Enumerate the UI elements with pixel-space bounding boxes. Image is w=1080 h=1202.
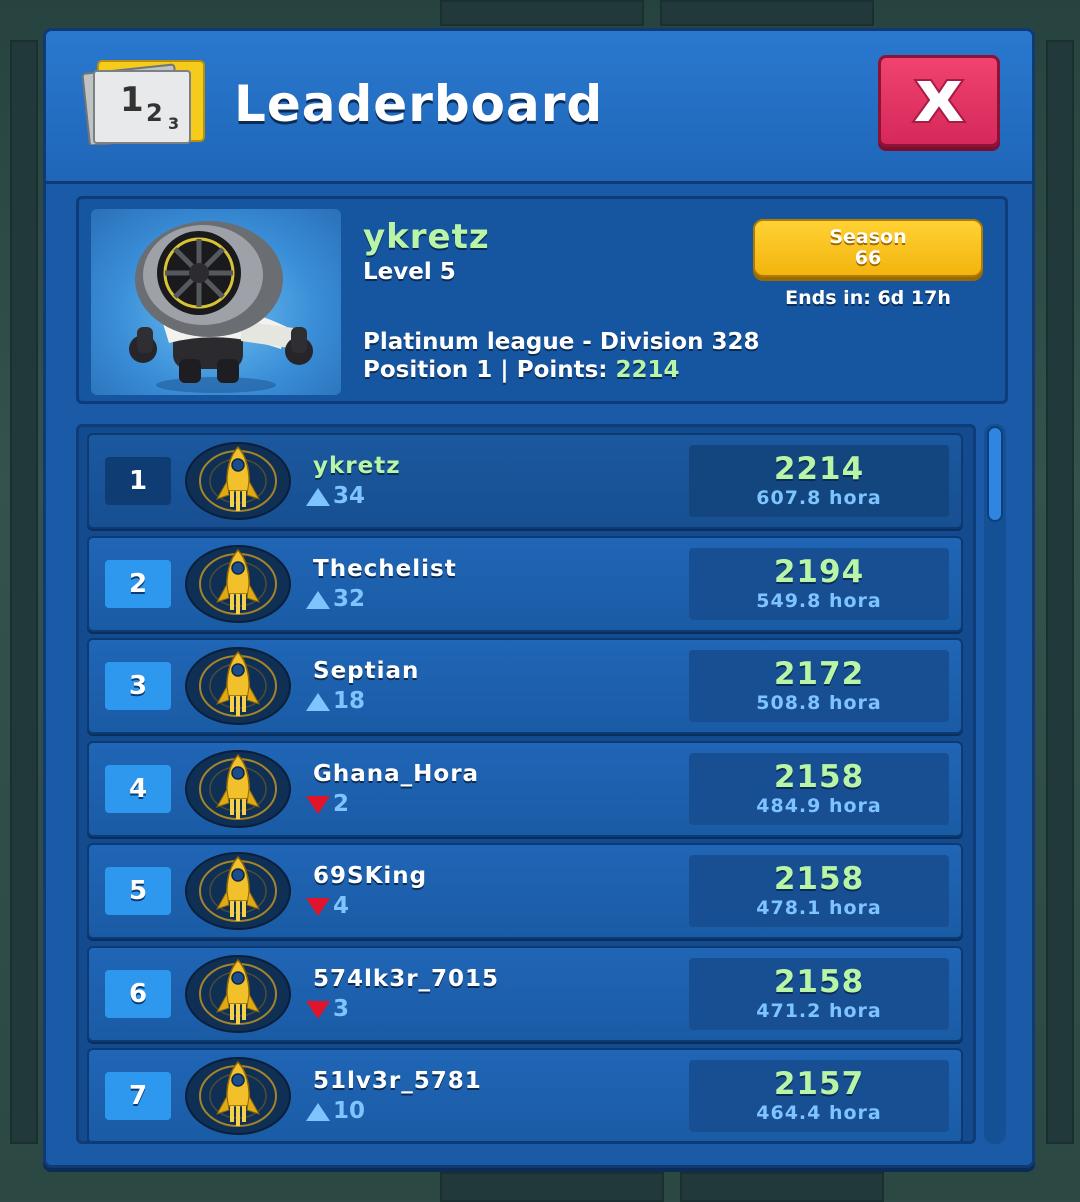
score-box: 2157 464.4 hora — [689, 1060, 949, 1132]
player-score: 2172 — [773, 656, 865, 692]
player-points: 2214 — [615, 357, 680, 383]
player-score: 2158 — [773, 963, 865, 1000]
rank-up-arrow-icon — [306, 590, 330, 609]
season-button[interactable]: Season 66 — [753, 219, 983, 277]
player-hours: 471.2 hora — [756, 999, 882, 1022]
svg-text:1: 1 — [120, 80, 144, 120]
player-name: Septian — [313, 658, 420, 684]
season-label: Season — [829, 226, 907, 248]
player-name: 51lv3r_5781 — [313, 1068, 482, 1094]
player-score: 2158 — [773, 758, 865, 795]
background-machine — [660, 0, 874, 26]
background-machine — [680, 1172, 884, 1202]
season-number: 66 — [854, 247, 882, 269]
rank-change-value: 32 — [333, 585, 366, 612]
background-machine — [440, 1172, 664, 1202]
player-score: 2194 — [773, 553, 865, 590]
rank-badge: 2 — [105, 559, 171, 608]
background-machine — [440, 0, 644, 26]
rank-down-arrow-icon — [306, 1000, 330, 1019]
close-button[interactable] — [878, 55, 1000, 147]
player-score: 2214 — [773, 451, 865, 487]
rocket-emblem-icon — [185, 749, 291, 828]
page-title: Leaderboard — [234, 75, 604, 133]
rocket-emblem-icon — [185, 954, 291, 1033]
rocket-emblem-icon — [185, 647, 291, 725]
player-hours: 484.9 hora — [756, 794, 882, 817]
player-score: 2158 — [773, 861, 865, 897]
score-box: 2158 478.1 hora — [689, 855, 949, 927]
background-wall — [10, 40, 38, 1144]
leaderboard-row-2[interactable]: 2 Thechelist 32 2194 549.8 hora — [87, 535, 963, 632]
player-league: Platinum league - Division 328 — [363, 329, 760, 355]
player-name: ykretz — [363, 217, 490, 257]
score-box: 2194 549.8 hora — [689, 547, 949, 620]
avatar — [91, 209, 341, 395]
rank-change-value: 34 — [333, 483, 366, 509]
player-hours: 508.8 hora — [756, 692, 882, 714]
scrollbar[interactable] — [984, 424, 1006, 1144]
position-text: Position 1 | Points: — [363, 357, 616, 383]
turbine-robot-avatar — [129, 221, 313, 393]
rank-change-value: 18 — [333, 688, 366, 714]
player-profile-card: ykretz Level 5 Platinum league - Divisio… — [76, 196, 1008, 404]
rank-badge: 3 — [105, 662, 171, 710]
leaderboard-row-5[interactable]: 5 69SKing 4 2158 478.1 hora — [87, 843, 963, 939]
player-level: Level 5 — [363, 259, 456, 285]
score-box: 2172 508.8 hora — [689, 650, 949, 722]
rank-change-value: 10 — [333, 1098, 366, 1124]
rank-down-arrow-icon — [306, 898, 330, 916]
player-name: Ghana_Hora — [313, 760, 480, 787]
rank-change-value: 3 — [333, 995, 350, 1022]
leaderboard-row-7[interactable]: 7 51lv3r_5781 10 2157 464.4 hora — [87, 1048, 963, 1141]
rocket-emblem-icon — [185, 852, 291, 930]
background-wall — [1046, 40, 1074, 1144]
leaderboard-list[interactable]: 1 ykretz 34 2214 607.8 hora 2 Thechelist… — [76, 424, 976, 1144]
leaderboard-row-6[interactable]: 6 574lk3r_7015 3 2158 471.2 hora — [87, 945, 963, 1042]
player-position: Position 1 | Points: 2214 — [363, 357, 680, 383]
rocket-emblem-icon — [185, 442, 291, 520]
rank-badge: 4 — [105, 764, 171, 813]
score-box: 2214 607.8 hora — [689, 445, 949, 517]
score-box: 2158 471.2 hora — [689, 957, 949, 1030]
player-score: 2157 — [773, 1066, 865, 1102]
rocket-emblem-icon — [185, 544, 291, 623]
rank-change-value: 2 — [333, 790, 350, 817]
scrollbar-thumb[interactable] — [987, 426, 1003, 522]
player-hours: 464.4 hora — [756, 1102, 882, 1124]
player-name: 574lk3r_7015 — [313, 965, 500, 992]
leaderboard-row-4[interactable]: 4 Ghana_Hora 2 2158 484.9 hora — [87, 740, 963, 837]
score-box: 2158 484.9 hora — [689, 752, 949, 825]
rank-down-arrow-icon — [306, 795, 330, 814]
leaderboard-panel: 1 2 3 Leaderboard ykretz Level 5 Platinu… — [43, 28, 1035, 1168]
rank-up-arrow-icon — [306, 488, 330, 506]
player-name: ykretz — [313, 453, 401, 479]
rank-up-arrow-icon — [306, 1103, 330, 1121]
close-x-icon — [911, 79, 967, 123]
player-hours: 478.1 hora — [756, 897, 882, 919]
rocket-emblem-icon — [185, 1057, 291, 1135]
rank-badge: 6 — [105, 969, 171, 1018]
leaderboard-row-1[interactable]: 1 ykretz 34 2214 607.8 hora — [87, 433, 963, 529]
rank-badge: 7 — [105, 1072, 171, 1120]
svg-text:2: 2 — [146, 99, 163, 127]
player-name: Thechelist — [313, 555, 457, 582]
player-hours: 549.8 hora — [756, 589, 882, 612]
player-hours: 607.8 hora — [756, 487, 882, 509]
podium-123-icon: 1 2 3 — [81, 60, 205, 145]
rank-badge: 5 — [105, 867, 171, 915]
season-ends-in: Ends in: 6d 17h — [785, 287, 951, 309]
rank-badge: 1 — [105, 457, 171, 505]
player-name: 69SKing — [313, 863, 428, 889]
svg-text:3: 3 — [168, 114, 179, 133]
leaderboard-header: 1 2 3 Leaderboard — [46, 31, 1032, 184]
rank-change-value: 4 — [333, 893, 350, 919]
leaderboard-row-3[interactable]: 3 Septian 18 2172 508.8 hora — [87, 638, 963, 734]
rank-up-arrow-icon — [306, 693, 330, 711]
